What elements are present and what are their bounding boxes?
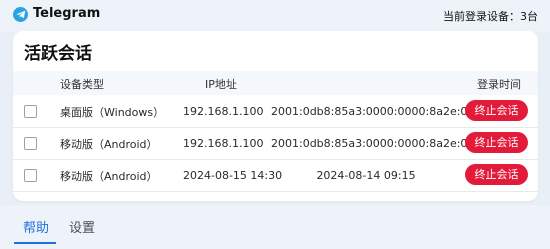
active-tab-indicator [14,242,56,244]
login-time: 2001:0db8:85a3:0000:0000:8a2e:0370:7334 [271,137,521,150]
tab-settings[interactable]: 设置 [69,217,95,236]
terminate-session-button[interactable]: 终止会话 [465,132,528,153]
terminate-session-button[interactable]: 终止会话 [465,100,528,121]
login-time: 2001:0db8:85a3:0000:0000:8a2e:0370:7334 [271,105,521,118]
table-row: 桌面版（Windows） 192.168.1.100 2001:0db8:85a… [13,95,538,128]
ip-address: 192.168.1.100 [183,137,264,150]
column-login-time: 登录时间 [477,78,521,91]
table-header: 设备类型 IP地址 登录时间 [13,71,538,95]
column-device-type: 设备类型 [60,78,104,91]
bottom-tabs: 帮助 设置 [0,205,550,249]
telegram-logo-icon [13,7,28,22]
top-bar: Telegram 当前登录设备：3台 [0,0,550,32]
device-type: 桌面版（Windows） [60,106,165,119]
column-ip: IP地址 [205,78,237,91]
table-row: 移动版（Android） 2024-08-15 14:30 2024-08-14… [13,159,538,192]
row-checkbox[interactable] [24,169,37,182]
tab-help[interactable]: 帮助 [23,217,49,236]
active-sessions-card: 活跃会话 设备类型 IP地址 登录时间 桌面版（Windows） 192.168… [13,31,538,201]
terminate-session-button[interactable]: 终止会话 [465,164,528,185]
ip-address: 192.168.1.100 [183,105,264,118]
ip-address: 2024-08-15 14:30 [183,169,283,182]
device-type: 移动版（Android） [60,138,158,151]
device-type: 移动版（Android） [60,170,158,183]
row-checkbox[interactable] [24,105,37,118]
page-title: 活跃会话 [24,44,92,64]
app-title: Telegram [33,6,101,21]
row-checkbox[interactable] [24,137,37,150]
table-row: 移动版（Android） 192.168.1.100 2001:0db8:85a… [13,127,538,160]
device-count: 当前登录设备：3台 [443,10,538,23]
login-time: 2024-08-14 09:15 [316,169,416,182]
